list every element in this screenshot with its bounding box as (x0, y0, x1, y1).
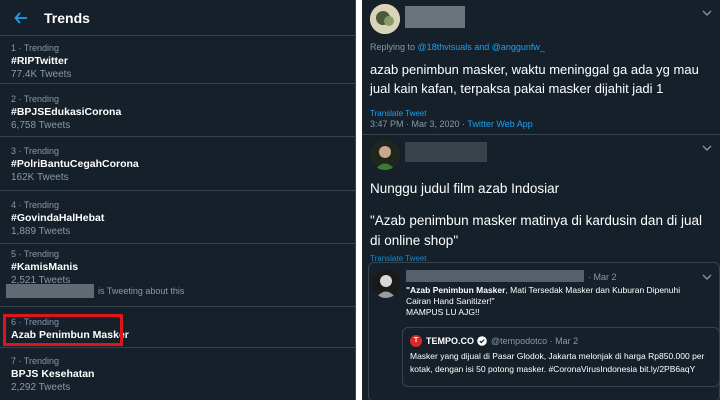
replying-prefix: Replying to (370, 42, 416, 52)
avatar-image-icon (370, 140, 400, 170)
trend-context: is Tweeting about this (6, 284, 355, 298)
blurred-avatars (6, 284, 94, 298)
trend-rank: 7 · Trending (11, 356, 60, 366)
inner-tweet-header: T TEMPO.CO @tempodotco · Mar 2 (410, 335, 578, 347)
trend-item[interactable]: 2 · Trending #BPJSEdukasiCorona 6,758 Tw… (0, 85, 355, 137)
replying-handles-link[interactable]: @18thvisuals and @anggunfw_ (418, 42, 545, 52)
replying-to: Replying to @18thvisuals and @anggunfw_ (370, 42, 545, 52)
trend-item[interactable]: 1 · Trending #RIPTwitter 77.4K Tweets (0, 38, 355, 84)
trend-rank: 4 · Trending (11, 200, 60, 210)
blurred-username (405, 6, 465, 28)
quote-text-bold: "Azab Penimbun Masker (406, 285, 506, 295)
avatar[interactable] (370, 4, 400, 34)
verified-badge-icon (477, 336, 487, 346)
trend-name[interactable]: #RIPTwitter (11, 54, 355, 68)
quote-date: · Mar 2 (588, 272, 617, 282)
trend-rank: 5 · Trending (11, 249, 60, 259)
trend-item[interactable]: 4 · Trending #GovindaHalHebat 1,889 Twee… (0, 192, 355, 244)
inner-author-name[interactable]: TEMPO.CO (426, 336, 474, 346)
blurred-username (406, 270, 584, 282)
chevron-down-icon[interactable] (702, 145, 712, 151)
avatar-image-icon (370, 4, 400, 34)
trends-panel: Trends 1 · Trending #RIPTwitter 77.4K Tw… (0, 0, 356, 400)
chevron-down-icon[interactable] (702, 10, 712, 16)
trend-name[interactable]: #KamisManis (11, 260, 355, 274)
trend-count: 162K Tweets (11, 172, 69, 183)
trend-name[interactable]: #PolriBantuCegahCorona (11, 157, 355, 171)
avatar[interactable] (372, 270, 400, 298)
trend-count: 6,758 Tweets (11, 120, 71, 131)
chevron-down-icon[interactable] (702, 274, 712, 280)
timestamp-text[interactable]: 3:47 PM · Mar 3, 2020 · (370, 119, 467, 129)
page-title: Trends (44, 9, 90, 26)
trend-count: 77.4K Tweets (11, 69, 72, 80)
tweet-timestamp: 3:47 PM · Mar 3, 2020 · Twitter Web App (370, 119, 533, 129)
back-arrow-icon[interactable] (14, 11, 28, 25)
red-highlight-box (3, 314, 123, 346)
trend-name[interactable]: #BPJSEdukasiCorona (11, 105, 355, 119)
trend-rank: 3 · Trending (11, 146, 60, 156)
tweet-thread-panel: Replying to @18thvisuals and @anggunfw_ … (362, 0, 720, 400)
trend-rank: 2 · Trending (11, 94, 60, 104)
divider (362, 134, 720, 135)
translate-tweet-link[interactable]: Translate Tweet (370, 109, 426, 118)
avatar-image-icon (372, 270, 400, 298)
tweet-text-line1: Nunggu judul film azab Indosiar (370, 181, 560, 196)
trend-item[interactable]: 5 · Trending #KamisManis 2,521 Tweets is… (0, 245, 355, 307)
tempo-logo-icon: T (410, 335, 422, 347)
trend-count: 2,292 Tweets (11, 382, 71, 393)
quote-text: "Azab Penimbun Masker, Mati Tersedak Mas… (406, 285, 706, 318)
trend-item[interactable]: 3 · Trending #PolriBantuCegahCorona 162K… (0, 138, 355, 191)
tweet-text: azab penimbun masker, waktu meninggal ga… (370, 62, 699, 96)
trend-item[interactable]: 7 · Trending BPJS Kesehatan 2,292 Tweets (0, 349, 355, 400)
trend-rank: 1 · Trending (11, 43, 60, 53)
quote-text-line2: MAMPUS LU AJG!! (406, 307, 480, 317)
trend-name[interactable]: #GovindaHalHebat (11, 211, 355, 225)
tweet-text-line2: "Azab penimbun masker matinya di kardusi… (370, 213, 702, 248)
tweet-source-link[interactable]: Twitter Web App (467, 119, 532, 129)
trend-context-text: is Tweeting about this (98, 286, 185, 296)
trend-count: 1,889 Tweets (11, 226, 71, 237)
inner-author-handle: @tempodotco · Mar 2 (491, 336, 579, 346)
inner-tweet-text: Masker yang dijual di Pasar Glodok, Jaka… (410, 351, 705, 374)
blurred-username (405, 142, 487, 162)
trend-name[interactable]: BPJS Kesehatan (11, 367, 355, 381)
avatar[interactable] (370, 140, 400, 170)
trends-header: Trends (0, 0, 355, 36)
